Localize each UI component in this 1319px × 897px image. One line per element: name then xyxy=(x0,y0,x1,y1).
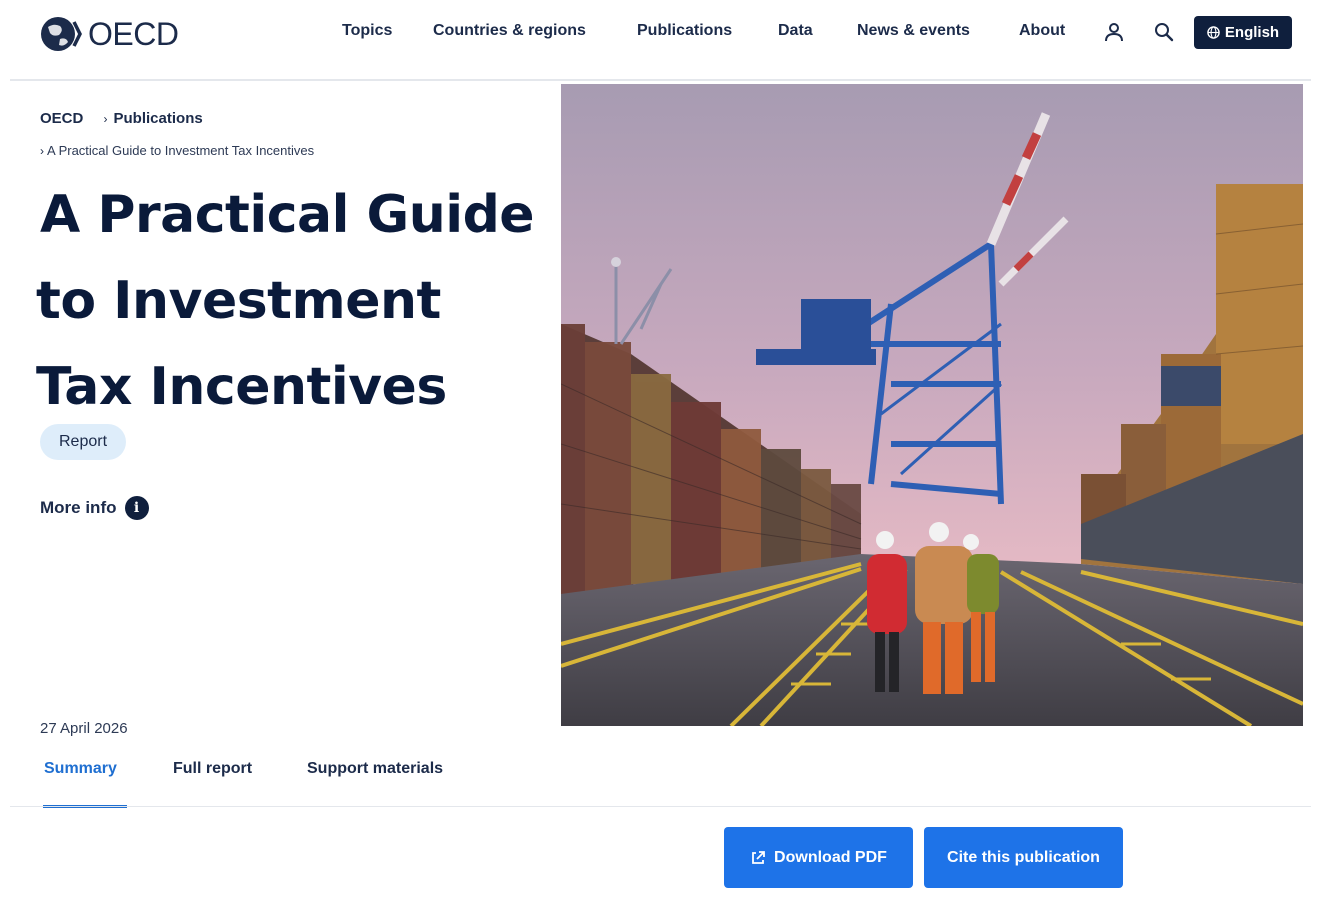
nav-topics[interactable]: Topics xyxy=(342,22,392,40)
user-icon xyxy=(1105,23,1123,42)
nav-data[interactable]: Data xyxy=(778,22,813,40)
title-line: A Practical Guide xyxy=(40,185,535,245)
nav-countries-regions[interactable]: Countries & regions xyxy=(433,22,586,40)
search-button[interactable] xyxy=(1152,20,1176,44)
nav-publications[interactable]: Publications xyxy=(637,22,732,40)
globe-icon xyxy=(1207,26,1220,39)
external-link-icon xyxy=(752,850,765,864)
cite-publication-button[interactable]: Cite this publication xyxy=(924,827,1123,888)
more-info-label: More info xyxy=(40,498,117,517)
language-button[interactable]: English xyxy=(1194,16,1292,49)
chevron-right-icon: › xyxy=(40,144,44,158)
tab-summary[interactable]: Summary xyxy=(44,760,117,778)
account-button[interactable] xyxy=(1102,20,1126,44)
nav-news-events[interactable]: News & events xyxy=(857,22,970,40)
site-header: OECD Topics Countries & regions Publicat… xyxy=(0,0,1319,81)
title-line: Tax Incentives xyxy=(36,357,447,417)
port-cranes-photo xyxy=(561,84,1303,726)
more-info-button[interactable]: More info i xyxy=(40,496,149,520)
info-icon: i xyxy=(124,496,149,520)
tab-support-materials[interactable]: Support materials xyxy=(307,760,443,778)
page-title: A Practical Guide to Investment Tax Ince… xyxy=(36,172,546,430)
logo-text: OECD xyxy=(88,15,179,52)
breadcrumb-current: A Practical Guide to Investment Tax Ince… xyxy=(47,143,315,158)
oecd-globe-icon xyxy=(41,17,82,51)
nav-about[interactable]: About xyxy=(1019,22,1065,40)
download-pdf-button[interactable]: Download PDF xyxy=(724,827,913,888)
cite-publication-label: Cite this publication xyxy=(947,848,1100,866)
language-label: English xyxy=(1224,24,1280,41)
chevron-right-icon: › xyxy=(103,112,108,126)
tabs-divider xyxy=(10,806,1311,807)
title-line: to Investment xyxy=(36,271,441,331)
breadcrumb-publications[interactable]: Publications xyxy=(114,110,203,127)
download-pdf-label: Download PDF xyxy=(774,848,887,866)
breadcrumb: OECD › Publications xyxy=(40,110,203,127)
breadcrumb-home[interactable]: OECD xyxy=(40,110,83,127)
header-divider xyxy=(10,79,1311,81)
oecd-logo[interactable]: OECD xyxy=(40,13,179,55)
publication-tabs: Summary Full report Support materials xyxy=(0,752,560,808)
breadcrumb-current-row: › A Practical Guide to Investment Tax Inc… xyxy=(40,142,314,159)
publication-date: 27 April 2026 xyxy=(40,720,128,737)
publication-type-badge: Report xyxy=(40,424,126,460)
tab-full-report[interactable]: Full report xyxy=(173,760,252,778)
search-icon xyxy=(1155,23,1174,42)
hero-image xyxy=(561,84,1303,726)
